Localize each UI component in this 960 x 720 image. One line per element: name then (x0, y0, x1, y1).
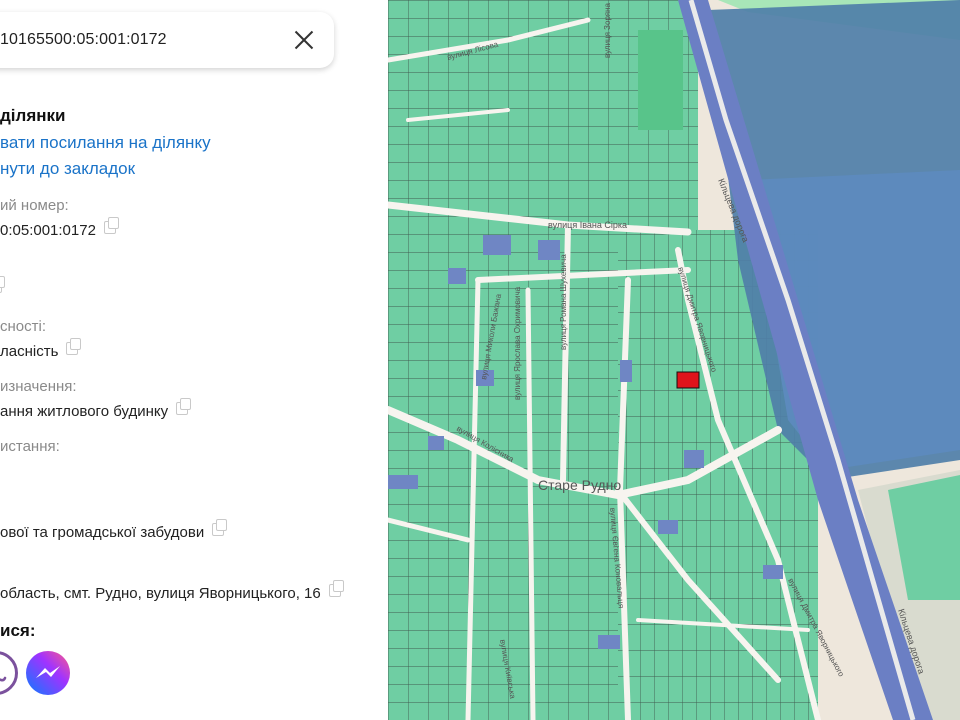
usage-value: ової та громадської забудови (0, 524, 205, 541)
ownership-value: ласність (0, 343, 59, 360)
label-village: Старе Рудно (538, 477, 621, 493)
area-row (0, 276, 5, 298)
copy-icon[interactable] (103, 217, 119, 234)
copy-icon[interactable] (176, 398, 192, 415)
copy-icon[interactable] (0, 276, 5, 293)
cadastral-number-label: ий номер: (0, 197, 69, 214)
purpose-row: ання житлового будинку (0, 398, 192, 420)
close-icon[interactable] (292, 28, 316, 52)
label-street-shukhevycha: вулиця Романа Шухевича (559, 254, 568, 350)
map-canvas[interactable]: Старе Рудно вулиця Івана Сірка Кільцева … (388, 0, 960, 720)
purpose-value: ання житлового будинку (0, 403, 169, 420)
usage-row: ової та громадської забудови (0, 519, 228, 541)
address-value: область, смт. Рудно, вулиця Яворницького… (0, 585, 321, 602)
label-street-kozatska: вулиця Зоряна (603, 2, 612, 58)
ownership-label: сності: (0, 318, 46, 335)
search-input[interactable]: 10165500:05:001:0172 (0, 31, 167, 49)
label-street-sirka: вулиця Івана Сірка (548, 220, 627, 230)
purpose-label: изначення: (0, 378, 77, 395)
cadastral-number-row: 0:05:001:0172 (0, 217, 119, 239)
search-box[interactable]: 10165500:05:001:0172 (0, 12, 334, 68)
cadastral-map[interactable]: Старе Рудно вулиця Івана Сірка Кільцева … (388, 0, 960, 720)
selected-parcel[interactable] (676, 371, 700, 389)
cadastral-number-value: 0:05:001:0172 (0, 222, 96, 239)
copy-icon[interactable] (328, 580, 344, 597)
share-heading: ися: (0, 621, 36, 640)
label-street-okhrymovycha: вулиця Ярослава Охримовича (513, 286, 522, 400)
field-plot (638, 30, 683, 130)
copy-icon[interactable] (66, 338, 82, 355)
copy-icon[interactable] (212, 519, 228, 536)
ownership-row: ласність (0, 338, 82, 360)
usage-label: истання: (0, 438, 60, 455)
parcel-info-panel: 10165500:05:001:0172 ділянки вати посила… (0, 0, 388, 720)
viber-icon[interactable] (0, 651, 18, 695)
share-link[interactable]: вати посилання на ділянку (0, 133, 211, 153)
bookmark-link[interactable]: нути до закладок (0, 159, 135, 179)
address-row: область, смт. Рудно, вулиця Яворницького… (0, 580, 344, 602)
section-heading: ділянки (0, 106, 66, 125)
messenger-icon[interactable] (26, 651, 70, 695)
